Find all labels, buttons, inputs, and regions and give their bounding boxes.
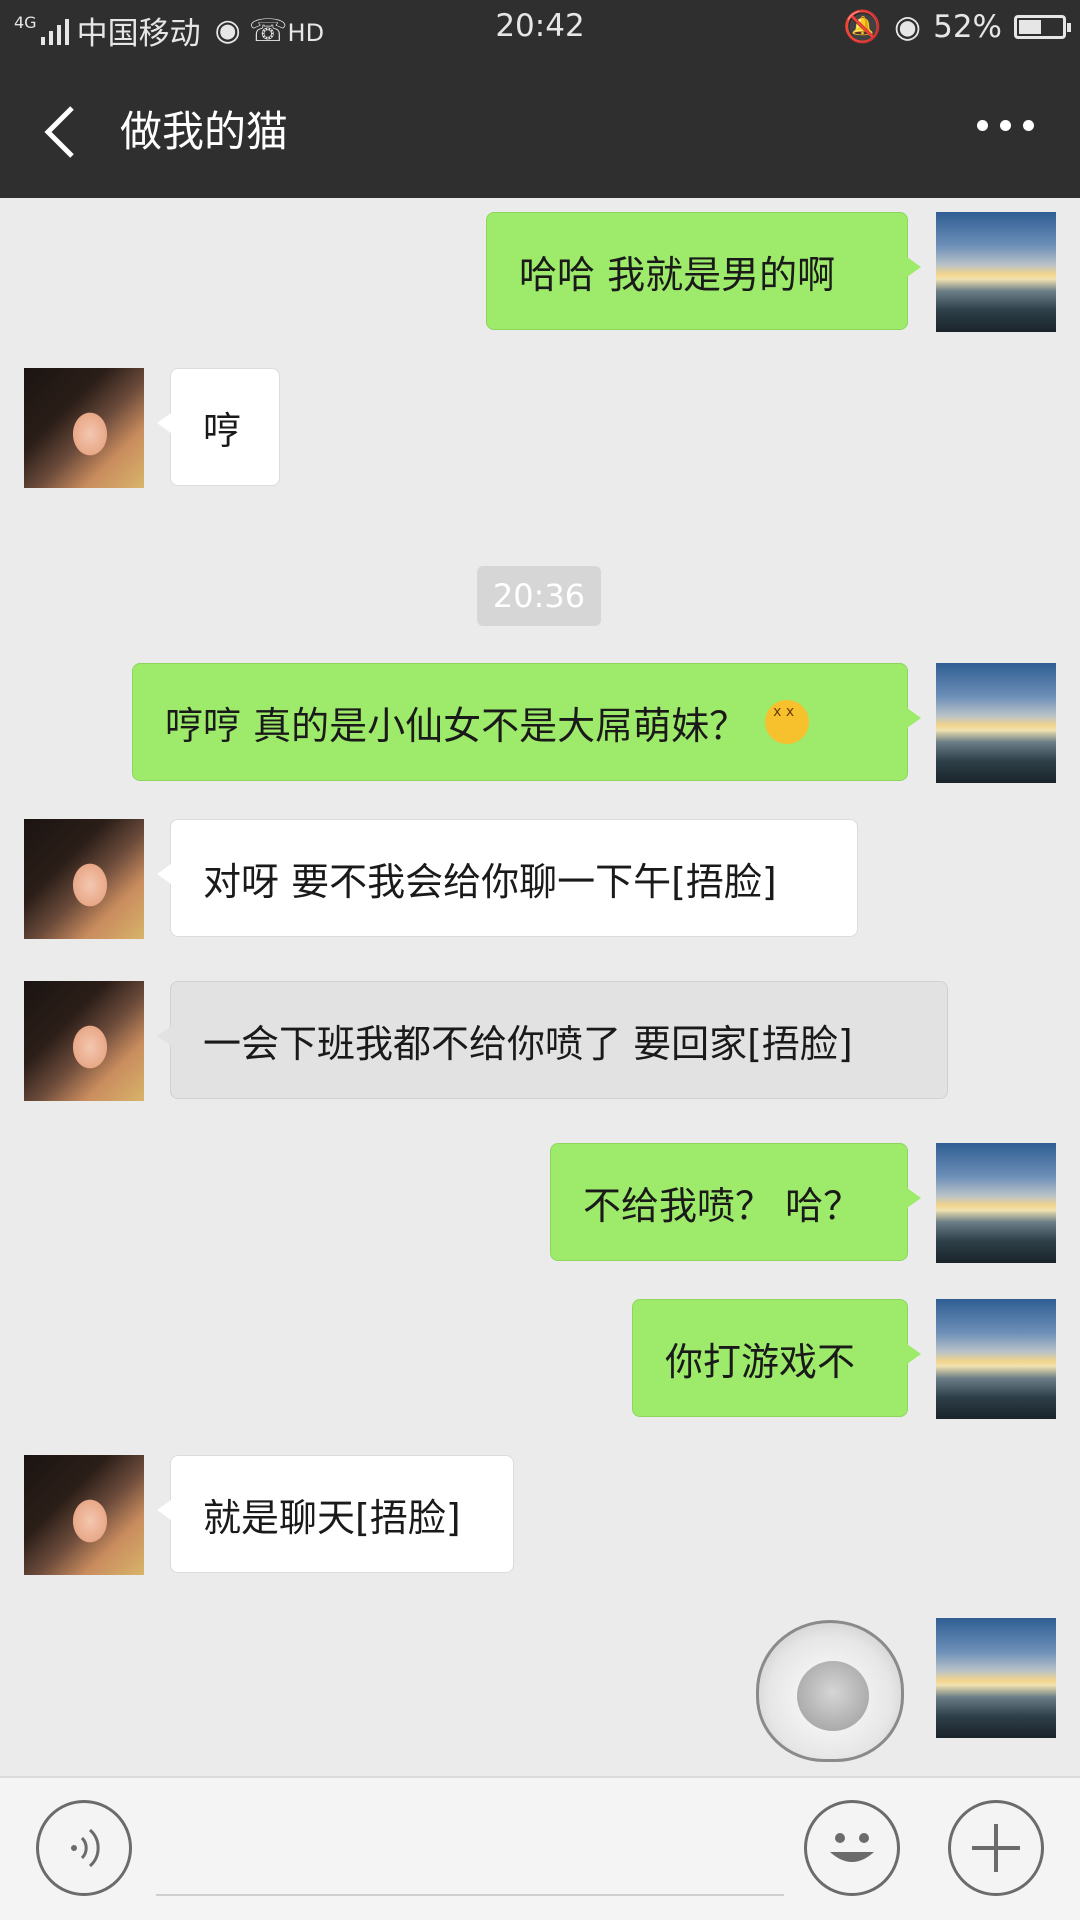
message-bubble-outgoing[interactable]: 哼哼 真的是小仙女不是大屌萌妹？ (132, 663, 921, 781)
message-text: 对呀 要不我会给你聊一下午[捂脸] (203, 859, 777, 904)
message-bubble-outgoing[interactable]: 哈哈 我就是男的啊 (486, 212, 921, 330)
voice-icon (71, 1828, 100, 1868)
message-bubble-incoming[interactable]: 哼 (157, 368, 280, 486)
chat-header: 做我的猫 (0, 56, 1080, 198)
message-bubble-incoming[interactable]: 一会下班我都不给你喷了 要回家[捂脸] (157, 981, 948, 1099)
message-input[interactable] (156, 1800, 784, 1896)
more-functions-button[interactable] (948, 1800, 1044, 1896)
message-text: 就是聊天[捂脸] (203, 1495, 461, 1540)
message-list[interactable]: 哈哈 我就是男的啊 哼 20:36 哼哼 真的是小仙女不是大屌萌妹？ 对呀 要不… (0, 198, 1080, 1776)
message-text: 哼哼 真的是小仙女不是大屌萌妹？ (165, 703, 748, 748)
message-text: 哈哈 我就是男的啊 (519, 252, 836, 297)
message-text: 哼 (203, 408, 242, 453)
message-bubble-outgoing[interactable]: 不给我喷？ 哈？ (550, 1143, 921, 1261)
avatar-contact[interactable] (24, 981, 144, 1101)
avatar-self[interactable] (936, 1618, 1056, 1738)
avatar-self[interactable] (936, 1143, 1056, 1263)
avatar-self[interactable] (936, 663, 1056, 783)
chat-title: 做我的猫 (120, 107, 289, 156)
message-bubble-incoming[interactable]: 对呀 要不我会给你聊一下午[捂脸] (157, 819, 858, 937)
cat-meme-sticker[interactable] (756, 1620, 904, 1762)
timestamp-divider: 20:36 (477, 566, 601, 626)
voice-button[interactable] (36, 1800, 132, 1896)
status-bar: 4G 中国移动 ◉ ☏HD 20:42 🔕 ◉ 52% (0, 0, 1080, 56)
more-dots-icon (977, 120, 988, 131)
message-bubble-incoming[interactable]: 就是聊天[捂脸] (157, 1455, 514, 1573)
message-text: 一会下班我都不给你喷了 要回家[捂脸] (203, 1021, 853, 1066)
input-bar (0, 1776, 1080, 1920)
rotation-lock-icon: ◉ (894, 8, 922, 45)
battery-percent: 52% (933, 8, 1002, 45)
emoji-button[interactable] (804, 1800, 900, 1896)
more-button[interactable] (977, 120, 1034, 131)
grinning-squint-emoji-icon (765, 700, 810, 744)
avatar-contact[interactable] (24, 368, 144, 488)
plus-icon (972, 1824, 1020, 1872)
message-text: 你打游戏不 (665, 1339, 856, 1384)
back-button[interactable] (40, 102, 88, 162)
mute-icon: 🔕 (843, 9, 883, 45)
chevron-left-icon (44, 106, 74, 158)
avatar-self[interactable] (936, 1299, 1056, 1419)
avatar-self[interactable] (936, 212, 1056, 332)
message-bubble-outgoing[interactable]: 你打游戏不 (632, 1299, 921, 1417)
emoji-icon (830, 1833, 874, 1862)
message-text: 不给我喷？ 哈？ (583, 1183, 862, 1228)
avatar-contact[interactable] (24, 1455, 144, 1575)
battery-icon (1014, 14, 1071, 39)
avatar-contact[interactable] (24, 819, 144, 939)
